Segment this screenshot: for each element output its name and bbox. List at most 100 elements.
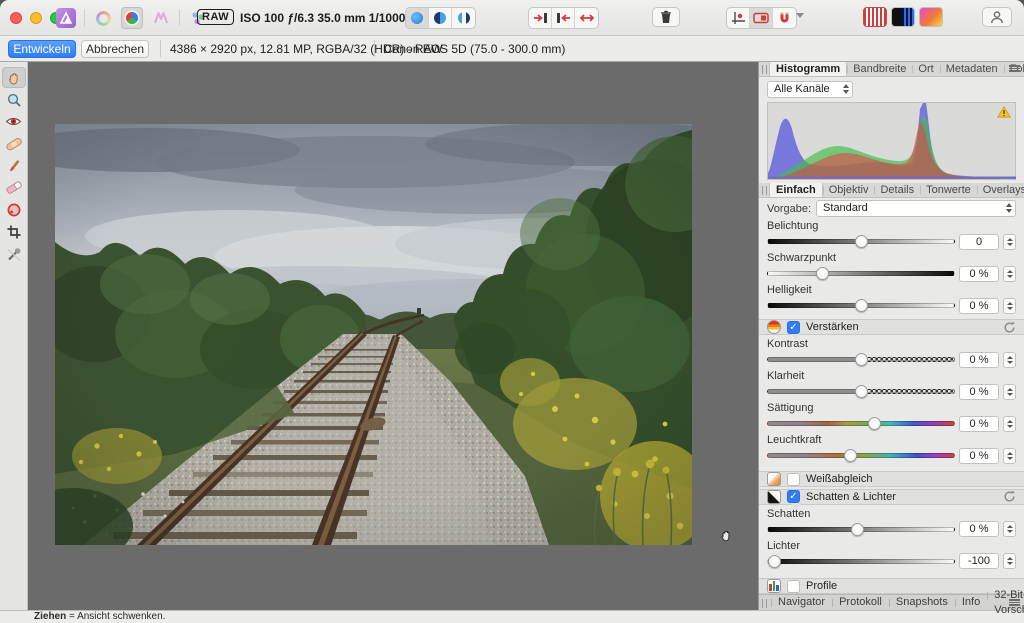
tab-ort[interactable]: Ort <box>912 62 939 76</box>
panel-grip[interactable] <box>762 599 767 608</box>
tab-histogramm[interactable]: Histogramm <box>769 62 847 76</box>
stepper[interactable] <box>1003 352 1016 368</box>
weissabgleich-checkbox[interactable] <box>787 473 800 486</box>
tab-protokoll[interactable]: Protokoll <box>832 595 889 610</box>
basic-sliders: Belichtung 0 Schwarzpunkt 0 % <box>759 217 1024 319</box>
clip-tones-button[interactable] <box>919 7 943 27</box>
view-hand-tool-icon[interactable] <box>2 67 26 88</box>
snap-region-icon[interactable] <box>750 8 773 28</box>
stepper[interactable] <box>1003 266 1016 282</box>
develop-tabstrip: Einfach Objektiv Details Tonwerte Overla… <box>759 183 1024 198</box>
tab-info[interactable]: Info <box>955 595 987 610</box>
tab-einfach[interactable]: Einfach <box>769 183 823 197</box>
snap-magnet-icon[interactable] <box>773 8 796 28</box>
belichtung-value[interactable]: 0 <box>959 234 999 250</box>
leuchtkraft-slider[interactable] <box>767 453 955 458</box>
schwarzpunkt-slider[interactable] <box>767 271 955 276</box>
view-single-button[interactable] <box>406 8 429 28</box>
schatten-lichter-checkbox[interactable] <box>787 490 800 503</box>
command-bar: Entwickeln Abbrechen 4386 × 2920 px, 12.… <box>0 36 1024 62</box>
panel-grip[interactable] <box>762 186 767 195</box>
account-button[interactable] <box>982 7 1012 27</box>
stepper[interactable] <box>1003 553 1016 569</box>
section-schatten-lichter[interactable]: Schatten & Lichter <box>759 489 1024 505</box>
helligkeit-slider[interactable] <box>767 303 955 308</box>
channel-select[interactable]: Alle Kanäle <box>767 81 853 98</box>
panel-grip[interactable] <box>762 65 767 74</box>
schwarzpunkt-value[interactable]: 0 % <box>959 266 999 282</box>
view-mirror-button[interactable] <box>452 8 475 28</box>
stepper[interactable] <box>1003 521 1016 537</box>
tab-metadaten[interactable]: Metadaten <box>940 62 1004 76</box>
section-verstaerken[interactable]: Verstärken <box>759 319 1024 335</box>
overlay-erase-tool-icon[interactable] <box>2 177 26 198</box>
canvas-area[interactable] <box>28 62 758 610</box>
tab-overlays[interactable]: Overlays <box>977 183 1024 197</box>
blemish-removal-tool-icon[interactable] <box>2 133 26 154</box>
profile-checkbox[interactable] <box>787 580 800 593</box>
klarheit-value[interactable]: 0 % <box>959 384 999 400</box>
apply-both-icon[interactable] <box>575 8 598 28</box>
panel-menu-icon[interactable] <box>1009 65 1020 74</box>
separator <box>84 9 85 27</box>
view-split-button[interactable] <box>429 8 452 28</box>
saettigung-slider[interactable] <box>767 421 955 426</box>
tab-bandbreite[interactable]: Bandbreite <box>847 62 912 76</box>
clip-highlights-button[interactable] <box>863 7 887 27</box>
separator <box>179 10 180 26</box>
develop-persona-icon[interactable] <box>121 7 143 29</box>
stepper[interactable] <box>1003 448 1016 464</box>
tab-snapshots[interactable]: Snapshots <box>889 595 955 610</box>
snap-assistant-icon[interactable] <box>727 8 750 28</box>
chevron-down-icon[interactable] <box>796 13 804 18</box>
schatten-value[interactable]: 0 % <box>959 521 999 537</box>
reset-icon[interactable] <box>1003 490 1016 503</box>
stepper[interactable] <box>1003 384 1016 400</box>
saettigung-value[interactable]: 0 % <box>959 416 999 432</box>
belichtung-slider[interactable] <box>767 239 955 244</box>
tonemap-persona-icon[interactable] <box>150 7 172 29</box>
minimize-button[interactable] <box>30 12 42 24</box>
tab-details[interactable]: Details <box>874 183 920 197</box>
cancel-button[interactable]: Abbrechen <box>81 40 149 58</box>
white-balance-picker-icon[interactable] <box>2 243 26 264</box>
reset-icon[interactable] <box>1003 321 1016 334</box>
verstaerken-checkbox[interactable] <box>787 321 800 334</box>
photo-persona-icon[interactable] <box>92 7 114 29</box>
crop-tool-icon[interactable] <box>2 221 26 242</box>
clip-shadows-button[interactable] <box>891 7 915 27</box>
apply-left-icon[interactable] <box>552 8 575 28</box>
stepper[interactable] <box>1003 298 1016 314</box>
warning-triangle-icon[interactable] <box>997 106 1011 118</box>
tool-rail <box>0 62 28 610</box>
stepper[interactable] <box>1003 234 1016 250</box>
overlay-gradient-tool-icon[interactable] <box>2 199 26 220</box>
helligkeit-value[interactable]: 0 % <box>959 298 999 314</box>
leuchtkraft-value[interactable]: 0 % <box>959 448 999 464</box>
schatten-slider[interactable] <box>767 527 955 532</box>
slider-lichter: Lichter -100 <box>759 539 1024 571</box>
develop-button[interactable]: Entwickeln <box>8 40 76 58</box>
slider-klarheit: Klarheit 0 % <box>759 369 1024 401</box>
kontrast-value[interactable]: 0 % <box>959 352 999 368</box>
red-eye-tool-icon[interactable] <box>2 111 26 132</box>
close-button[interactable] <box>10 12 22 24</box>
klarheit-slider[interactable] <box>767 389 955 394</box>
tab-tonwerte[interactable]: Tonwerte <box>920 183 977 197</box>
trash-button[interactable] <box>652 7 680 27</box>
lichter-value[interactable]: -100 <box>959 553 999 569</box>
overlay-paint-tool-icon[interactable] <box>2 155 26 176</box>
tab-objektiv[interactable]: Objektiv <box>823 183 875 197</box>
stepper[interactable] <box>1003 416 1016 432</box>
section-profile[interactable]: Profile <box>759 578 1024 594</box>
section-weissabgleich[interactable]: Weißabgleich <box>759 471 1024 487</box>
slider-kontrast: Kontrast 0 % <box>759 337 1024 369</box>
tab-navigator[interactable]: Navigator <box>771 595 832 610</box>
kontrast-slider[interactable] <box>767 357 955 362</box>
preset-select[interactable]: Standard <box>816 200 1016 217</box>
apply-right-icon[interactable] <box>529 8 552 28</box>
lichter-slider[interactable] <box>767 559 955 564</box>
zoom-tool-icon[interactable] <box>2 89 26 110</box>
panel-menu-icon[interactable] <box>1009 599 1020 608</box>
photo-canvas[interactable] <box>55 124 692 545</box>
